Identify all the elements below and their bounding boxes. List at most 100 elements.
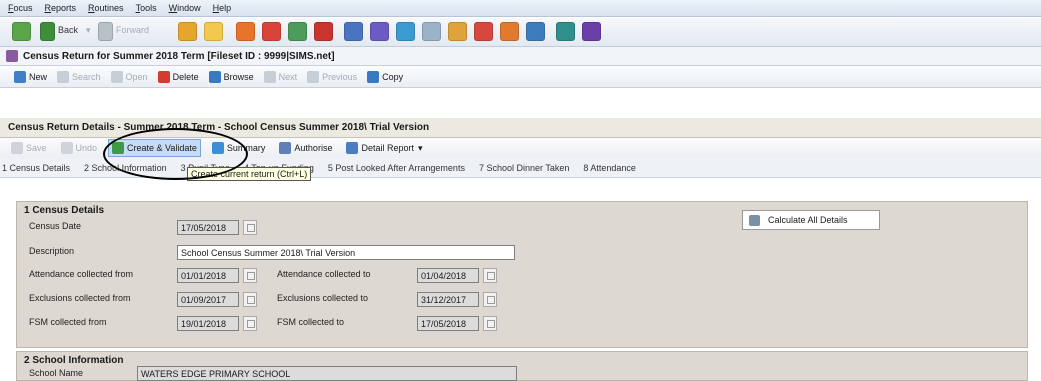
new-icon: [14, 70, 26, 83]
search-icon: [57, 70, 70, 83]
previous-button[interactable]: Previous: [307, 70, 357, 83]
summary-button[interactable]: Summary: [209, 140, 269, 156]
menu-bar: Focus Reports Routines Tools Window Help: [0, 0, 1041, 17]
attendance-to-field[interactable]: 01/04/2018: [417, 268, 479, 283]
school-name-field[interactable]: WATERS EDGE PRIMARY SCHOOL: [137, 366, 517, 381]
window-title-bar: Census Return for Summer 2018 Term [File…: [0, 47, 1041, 66]
menu-reports[interactable]: Reports: [45, 3, 77, 13]
user-icon[interactable]: [526, 22, 545, 41]
census-date-label: Census Date: [29, 221, 82, 231]
census-icon: [6, 50, 18, 62]
calendar-icon[interactable]: [243, 220, 257, 235]
exclusions-to-field[interactable]: 31/12/2017: [417, 292, 479, 307]
people-icon[interactable]: [178, 22, 197, 41]
media-icon[interactable]: [582, 22, 601, 41]
group-icon[interactable]: [344, 22, 363, 41]
calendar-icon[interactable]: [396, 22, 415, 41]
authorise-icon: [279, 142, 292, 154]
report-list-icon: [346, 142, 359, 154]
tab-attendance[interactable]: 8 Attendance: [583, 163, 636, 173]
forward-arrow-icon[interactable]: [98, 22, 113, 41]
calculate-icon: [749, 214, 760, 226]
attendance-from-label: Attendance collected from: [29, 269, 134, 279]
fsm-to-label: FSM collected to: [277, 317, 345, 327]
menu-routines[interactable]: Routines: [88, 3, 124, 13]
exclusions-from-field[interactable]: 01/09/2017: [177, 292, 239, 307]
exclusions-from-label: Exclusions collected from: [29, 293, 131, 303]
staff-icon[interactable]: [288, 22, 307, 41]
chevron-down-icon: ▾: [417, 142, 423, 153]
delete-button[interactable]: Delete: [157, 70, 199, 83]
window-title: Census Return for Summer 2018 Term [File…: [23, 50, 335, 62]
calendar-icon[interactable]: [243, 316, 257, 331]
menu-focus[interactable]: Focus: [8, 3, 33, 13]
tab-school-dinner[interactable]: 7 School Dinner Taken: [479, 163, 569, 173]
fsm-from-label: FSM collected from: [29, 317, 107, 327]
assessment-icon[interactable]: [370, 22, 389, 41]
panel-title: Census Return Details - Summer 2018 Term…: [0, 118, 1041, 138]
tooltip: Create current return (Ctrl+L): [187, 167, 312, 181]
detail-report-button[interactable]: Detail Report ▾: [343, 140, 425, 156]
browse-icon: [208, 70, 221, 83]
create-validate-button[interactable]: Create & Validate: [108, 139, 201, 157]
search-button[interactable]: Search: [57, 70, 101, 83]
open-button[interactable]: Open: [110, 70, 148, 83]
attendance-from-field[interactable]: 01/01/2018: [177, 268, 239, 283]
menu-window[interactable]: Window: [169, 3, 201, 13]
calendar-icon[interactable]: [243, 292, 257, 307]
fsm-from-field[interactable]: 19/01/2018: [177, 316, 239, 331]
tab-census-details[interactable]: 1 Census Details: [2, 163, 70, 173]
tab-school-information[interactable]: 2 School Information: [84, 163, 167, 173]
summary-icon: [211, 142, 224, 154]
fsm-to-field[interactable]: 17/05/2018: [417, 316, 479, 331]
save-icon: [11, 142, 23, 154]
menu-tools[interactable]: Tools: [136, 3, 157, 13]
undo-icon: [60, 142, 73, 154]
tab-bar: 1 Census Details 2 School Information 3 …: [0, 158, 1041, 178]
calendar-icon[interactable]: [243, 268, 257, 283]
export-icon[interactable]: [556, 22, 575, 41]
section-title-school-information: 2 School Information: [24, 355, 124, 366]
create-icon: [112, 142, 125, 154]
report-icon[interactable]: [422, 22, 441, 41]
school-icon[interactable]: [474, 22, 493, 41]
flag-icon[interactable]: [262, 22, 281, 41]
clock-icon[interactable]: [500, 22, 519, 41]
pupil-icon[interactable]: [204, 22, 223, 41]
home-icon[interactable]: [12, 22, 31, 41]
fees-icon[interactable]: [448, 22, 467, 41]
command-bar: New Search Open Delete Browse Next Previ…: [0, 66, 1041, 88]
description-label: Description: [29, 246, 75, 256]
previous-icon: [307, 70, 320, 83]
delete-icon: [157, 70, 170, 83]
folder-icon[interactable]: [236, 22, 255, 41]
undo-button[interactable]: Undo: [58, 140, 101, 156]
back-button[interactable]: Back: [58, 25, 78, 35]
forward-button[interactable]: Forward: [116, 25, 149, 35]
tab-post-looked-after[interactable]: 5 Post Looked After Arrangements: [328, 163, 465, 173]
section-title-census-details: 1 Census Details: [24, 205, 105, 216]
calendar-icon[interactable]: [483, 268, 497, 283]
open-icon: [110, 70, 123, 83]
description-field[interactable]: School Census Summer 2018\ Trial Version: [177, 245, 515, 260]
exclusions-to-label: Exclusions collected to: [277, 293, 369, 303]
next-icon: [263, 70, 276, 83]
new-button[interactable]: New: [14, 70, 47, 83]
census-details-section: 1 Census Details Census Date 17/05/2018 …: [16, 201, 1028, 348]
save-button[interactable]: Save: [8, 140, 50, 156]
calculate-all-details-button[interactable]: Calculate All Details: [742, 210, 880, 230]
chart-icon[interactable]: [314, 22, 333, 41]
browse-button[interactable]: Browse: [208, 70, 254, 83]
authorise-button[interactable]: Authorise: [276, 140, 335, 156]
school-name-label: School Name: [29, 368, 84, 378]
main-toolbar: Back ▾ Forward: [0, 18, 1041, 47]
back-arrow-icon[interactable]: [40, 22, 55, 41]
next-button[interactable]: Next: [263, 70, 297, 83]
calendar-icon[interactable]: [483, 292, 497, 307]
copy-icon: [367, 70, 380, 83]
census-date-field[interactable]: 17/05/2018: [177, 220, 239, 235]
menu-help[interactable]: Help: [213, 3, 232, 13]
content-area: 1 Census Details Census Date 17/05/2018 …: [0, 179, 1041, 381]
calendar-icon[interactable]: [483, 316, 497, 331]
copy-button[interactable]: Copy: [367, 70, 403, 83]
